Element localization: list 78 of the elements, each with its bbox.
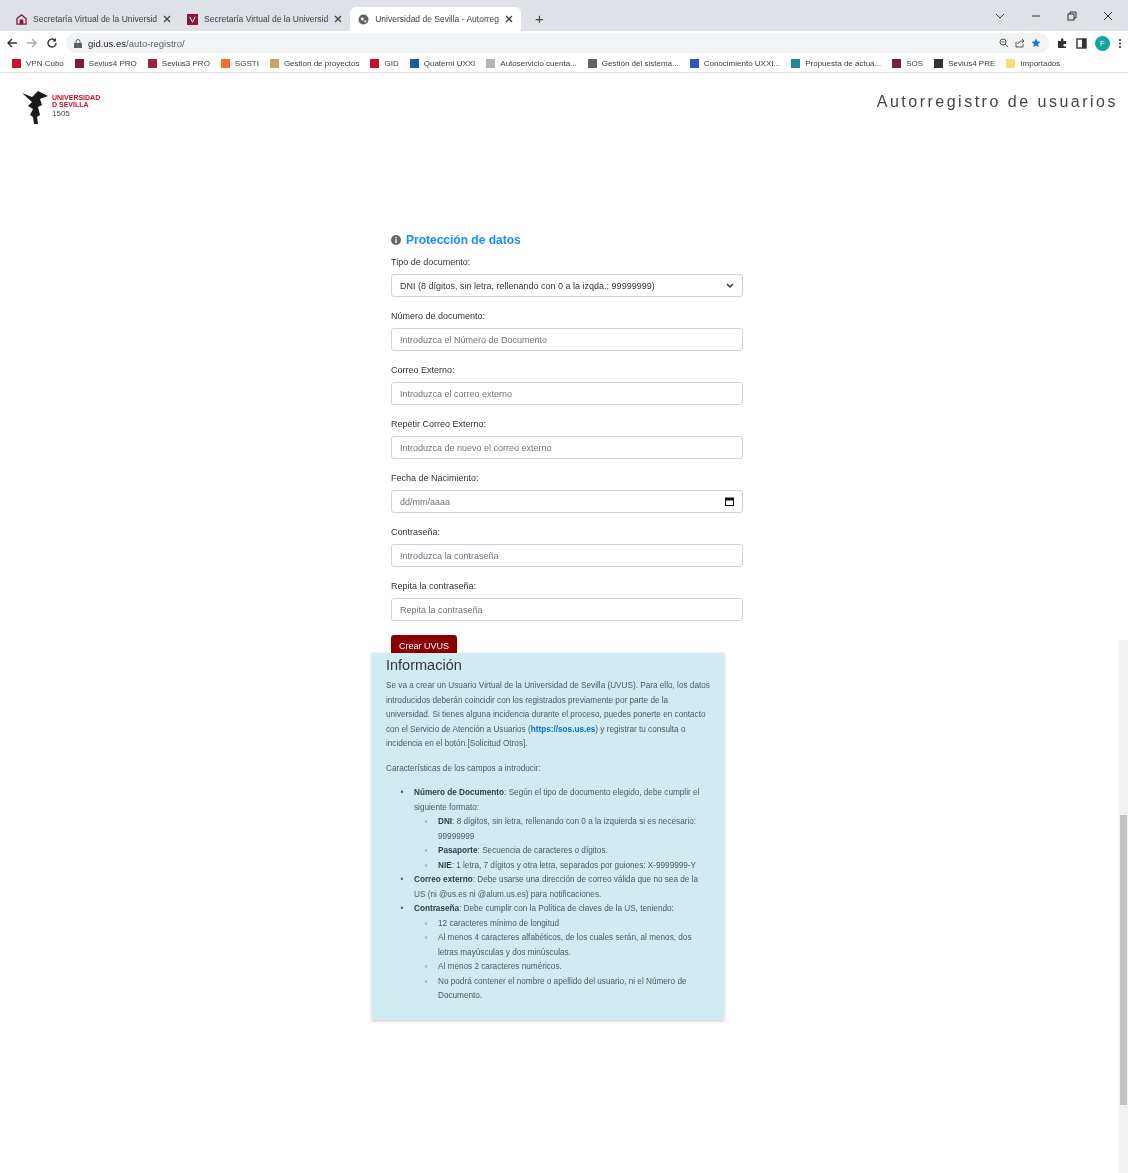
list-bullet: • (399, 874, 405, 886)
page-title: Autorregistro de usuarios (876, 93, 1118, 111)
list-item: NIE: 1 letra, 7 dígitos y otra letra, separados por guiones: X-9999999-Y (438, 859, 698, 872)
bookmark[interactable]: GID (370, 59, 399, 68)
input-field[interactable]: Introduzca de nuevo el correo externo (391, 436, 743, 459)
bookmark[interactable]: Importados (1006, 59, 1061, 68)
field-label: Tipo de documento: (391, 257, 472, 267)
list-bullet: ◦ (423, 845, 429, 857)
close-icon[interactable] (163, 15, 172, 23)
list-bullet: • (399, 903, 405, 915)
input-field[interactable]: Repita la contraseña (391, 598, 743, 621)
list-bullet: ◦ (423, 932, 429, 944)
field-label: Fecha de Nacimiento: (391, 473, 480, 483)
info-title: Información (386, 656, 463, 674)
bookmark[interactable]: Quaterni UXXI (409, 59, 476, 68)
bookmark[interactable]: Propuesta de actua... (791, 59, 882, 68)
bookmark[interactable]: Sevius4 PRE (934, 59, 996, 68)
more-icon[interactable] (1118, 37, 1122, 49)
bookmark[interactable]: Autoservicio cuenta... (486, 59, 577, 68)
close-icon[interactable] (334, 15, 343, 23)
list-bullet: ◦ (423, 917, 429, 930)
logo-year: 1505 (52, 110, 71, 118)
field-label: Repita la contraseña: (391, 581, 478, 591)
back-icon[interactable] (6, 37, 18, 49)
create-button[interactable]: Crear UVUS (391, 635, 457, 653)
field-label: Contraseña: (391, 527, 442, 537)
bookmark[interactable]: SOS (892, 59, 924, 68)
new-tab-button[interactable]: + (531, 10, 548, 27)
lock-icon (74, 38, 82, 48)
calendar-icon (725, 497, 734, 506)
list-bullet: ◦ (423, 816, 429, 828)
list-item: Número de Documento: Según el tipo de documento elegido, debe cumplir el siguiente formato: (414, 787, 701, 814)
share-icon[interactable] (1015, 38, 1025, 48)
field-label: Repetir Correo Externo: (391, 419, 488, 429)
restore-icon[interactable] (1066, 10, 1078, 22)
date-field[interactable]: dd/mm/aaaa (391, 490, 743, 513)
input-field[interactable]: Introduzca la contraseña (391, 544, 743, 567)
list-item: No podrá contener el nombre o apellido del usuario, ni el Número de Documento. (438, 975, 688, 1002)
input-field[interactable]: Introduzca el Número de Documento (391, 328, 743, 351)
bookmark[interactable]: Sevius3 PRO (147, 59, 210, 68)
address-bar[interactable]: gid.us.es/auto-registro/ (66, 33, 1049, 53)
bookmark[interactable]: Sevius4 PRO (74, 59, 137, 68)
list-item: Al menos 4 caracteres alfabéticos, de los cuales serán, al menos, dos letras mayúsculas y dos minúsculas. (438, 932, 693, 959)
chevron-down-icon (726, 282, 734, 289)
browser-tab[interactable]: Secretaría Virtual de la Universid (8, 7, 180, 31)
close-icon[interactable] (1102, 10, 1114, 22)
list-bullet: ◦ (423, 859, 429, 872)
bookmark[interactable]: VPN Cubo (12, 59, 64, 68)
list-item: Pasaporte: Secuencia de caracteres o dígitos. (438, 845, 609, 857)
list-bullet: ◦ (423, 961, 429, 973)
list-item: Contraseña: Debe cumplir con la Política de claves de la US, teniendo: (414, 903, 675, 915)
info-paragraph: Características de los campos a introducir: (386, 762, 542, 775)
list-item: DNI: 8 dígitos, sin letra, rellenando con 0 a la izquierda si es necesario: 99999999 (438, 816, 698, 843)
field-label: Número de documento: (391, 311, 487, 321)
reload-icon[interactable] (46, 37, 58, 49)
list-bullet: ◦ (423, 975, 429, 988)
zoom-icon[interactable] (999, 38, 1009, 48)
star-icon[interactable] (1031, 38, 1041, 48)
info-icon (391, 235, 401, 245)
list-item: Al menos 2 caracteres numéricos. (438, 961, 563, 973)
bookmark[interactable]: SGSTI (220, 59, 259, 68)
browser-tab[interactable]: Secretaría Virtual de la Universid (179, 7, 351, 31)
browser-tab[interactable]: Universidad de Sevilla - Autorreg (350, 7, 521, 31)
document-type-select[interactable]: DNI (8 dígitos, sin letra, rellenando con 0 a la izqda.: 99999999) (391, 274, 743, 297)
puzzle-icon[interactable] (1057, 37, 1068, 49)
list-bullet: • (399, 787, 405, 799)
info-paragraph: Se va a crear un Usuario Virtual de la Universidad de Sevilla (UVUS). Para ello, los datos introducidos deberán coincidir con los registrados previamente por parte de la universidad. Si tienes alguna incidencia durante el proceso, puedes ponerte en contacto con el Servicio de Atención a Usuarios (https://sos.us.es) y registrar tu consulta o incidencia en el botón [Solicitud Otros]. (386, 680, 710, 750)
bookmark[interactable]: Conocimiento UXXI... (689, 59, 781, 68)
side-panel-icon[interactable] (1076, 37, 1087, 49)
list-item: Correo externo: Debe usarse una dirección de correo válida que no sea de la US (ni @us.es ni @alum.us.es) para notificaciones. (414, 874, 699, 901)
scrollbar[interactable] (1119, 640, 1128, 1173)
field-label: Correo Externo: (391, 365, 456, 375)
input-field[interactable]: Introduzca el correo externo (391, 382, 743, 405)
list-item: 12 caracteres mínimo de longitud (438, 917, 561, 930)
site-icon (187, 13, 199, 25)
close-icon[interactable] (505, 15, 513, 23)
bookmark[interactable]: Gestión del sistema... (587, 59, 679, 68)
bookmark[interactable]: Gestion de proyectos (269, 59, 360, 68)
